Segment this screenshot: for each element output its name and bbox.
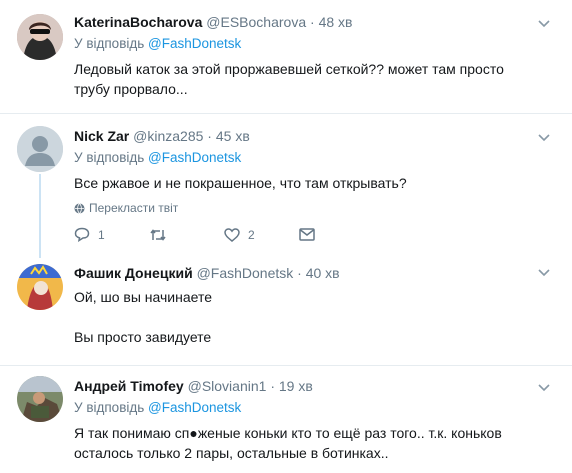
tweet-andrey[interactable]: Андрей Timofey @Slovianin1 · 19 хв У від… [0, 366, 572, 473]
retweet-button[interactable] [149, 228, 224, 242]
author-handle[interactable]: @FashDonetsk [197, 265, 294, 281]
reply-to-link[interactable]: @FashDonetsk [148, 400, 241, 415]
default-avatar-icon [17, 126, 63, 172]
tweet-actions: 1 2 [74, 227, 542, 242]
timestamp[interactable]: 19 хв [279, 378, 313, 394]
avatar-photo-icon [17, 14, 63, 60]
avatar-photo-icon [17, 264, 63, 310]
author-name[interactable]: KaterinaBocharova [74, 14, 202, 30]
reply-button[interactable]: 1 [74, 227, 149, 242]
reply-context: У відповідь @FashDonetsk [74, 149, 542, 167]
author-handle[interactable]: @ESBocharova [206, 14, 306, 30]
tweet-nickzar[interactable]: Nick Zar @kinza285 · 45 хв У відповідь @… [0, 114, 572, 254]
timestamp[interactable]: 48 хв [319, 14, 353, 30]
chevron-down-icon[interactable] [538, 20, 550, 28]
like-count: 2 [248, 227, 255, 242]
author-name[interactable]: Фашик Донецкий [74, 265, 193, 281]
tweet-text: Я так понимаю сп●женые коньки кто то ещё… [74, 425, 502, 461]
tweet-text: Все ржавое и не покрашенное, что там отк… [74, 175, 407, 191]
author-name[interactable]: Nick Zar [74, 128, 129, 144]
separator-dot: · [310, 14, 315, 30]
author-name[interactable]: Андрей Timofey [74, 378, 184, 394]
reply-icon [74, 227, 90, 242]
author-handle[interactable]: @kinza285 [133, 128, 203, 144]
reply-prefix: У відповідь [74, 150, 145, 165]
heart-icon [224, 227, 240, 242]
avatar-photo-icon [17, 376, 63, 422]
reply-to-link[interactable]: @FashDonetsk [148, 150, 241, 165]
tweet-katerina[interactable]: KaterinaBocharova @ESBocharova · 48 хв У… [0, 0, 572, 113]
avatar[interactable] [17, 376, 63, 422]
chevron-down-icon[interactable] [538, 134, 550, 142]
tweet-header: Nick Zar @kinza285 · 45 хв [74, 127, 542, 145]
retweet-icon [150, 228, 166, 241]
reply-context: У відповідь @FashDonetsk [74, 35, 542, 53]
separator-dot: · [297, 265, 302, 281]
reply-context: У відповідь @FashDonetsk [74, 399, 542, 417]
author-handle[interactable]: @Slovianin1 [188, 378, 267, 394]
translate-label[interactable]: Перекласти твіт [89, 201, 178, 215]
tweet-text-line: Вы просто завидуете [74, 329, 212, 345]
reply-prefix: У відповідь [74, 400, 145, 415]
timestamp[interactable]: 40 хв [306, 265, 340, 281]
separator-dot: · [207, 128, 212, 144]
chevron-down-icon[interactable] [538, 384, 550, 392]
globe-icon [74, 202, 85, 214]
tweet-fashik[interactable]: Фашик Донецкий @FashDonetsk · 40 хв Ой, … [0, 254, 572, 365]
reply-prefix: У відповідь [74, 36, 145, 51]
separator-dot: · [270, 378, 275, 394]
message-button[interactable] [299, 228, 374, 241]
like-button[interactable]: 2 [224, 228, 299, 242]
tweet-text-line: Ой, шо вы начинаете [74, 289, 212, 305]
tweet-header: Фашик Донецкий @FashDonetsk · 40 хв [74, 264, 542, 282]
reply-count: 1 [98, 227, 105, 242]
tweet-header: KaterinaBocharova @ESBocharova · 48 хв [74, 13, 542, 31]
tweet-header: Андрей Timofey @Slovianin1 · 19 хв [74, 377, 542, 395]
avatar[interactable] [17, 126, 63, 172]
avatar[interactable] [17, 264, 63, 310]
avatar[interactable] [17, 14, 63, 60]
tweet-text: Ледовый каток за этой проржавевшей сетко… [74, 61, 504, 97]
envelope-icon [299, 228, 315, 241]
reply-to-link[interactable]: @FashDonetsk [148, 36, 241, 51]
thread-connector [39, 174, 41, 258]
chevron-down-icon[interactable] [538, 269, 550, 277]
translate-link[interactable]: Перекласти твіт [74, 201, 542, 215]
timestamp[interactable]: 45 хв [216, 128, 250, 144]
